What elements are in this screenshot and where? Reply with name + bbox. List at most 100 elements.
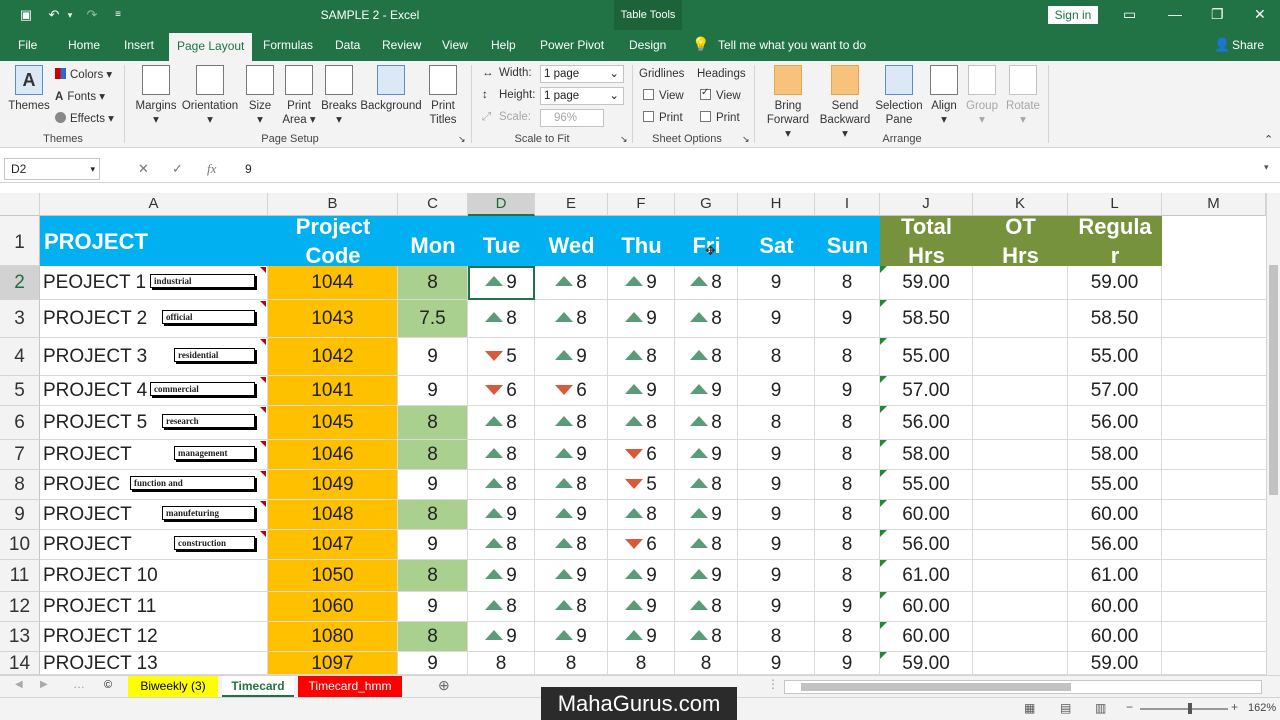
cell-fri[interactable]: 9 [675,440,738,470]
copyright-sheet-tab[interactable]: © [104,679,112,691]
cell-sat[interactable]: 9 [738,300,815,338]
column-header-d[interactable]: D [468,193,535,216]
cell-sat[interactable]: 9 [738,376,815,406]
cell-sun[interactable]: 9 [815,652,880,675]
cell-sat[interactable]: 9 [738,592,815,622]
cell-m[interactable] [1162,300,1266,338]
header-day-3[interactable]: Thu [608,216,675,266]
cell-wed[interactable]: 8 [535,266,608,300]
header-day-0[interactable]: Mon [398,216,468,266]
orientation-button[interactable]: Orientation ▾ [180,65,240,127]
tab-data[interactable]: Data [335,38,360,52]
column-header-c[interactable]: C [398,193,468,216]
cell-regular-hrs[interactable]: 55.00 [1068,470,1162,500]
cell-thu[interactable]: 6 [608,530,675,560]
header-regular-hrs[interactable]: Regula r [1068,216,1162,266]
width-select[interactable]: 1 page ⌄ [540,65,624,83]
cell-sat[interactable]: 9 [738,470,815,500]
row-header-2[interactable]: 2 [0,266,40,300]
cell-fri[interactable]: 8 [675,622,738,652]
share-button[interactable]: Share [1232,38,1264,52]
close-icon[interactable]: ✕ [1254,6,1266,23]
cell-mon[interactable]: 9 [398,530,468,560]
cell-project[interactable]: PROJECT 13 [40,652,268,675]
cell-project-code[interactable]: 1042 [268,338,398,376]
select-all-corner[interactable] [0,193,40,216]
row-header-7[interactable]: 7 [0,440,40,470]
cell-project[interactable]: PROJECT 12 [40,622,268,652]
cell-wed[interactable]: 8 [535,406,608,440]
headings-print-checkbox[interactable]: Print [700,111,740,124]
tab-page-layout[interactable]: Page Layout [169,33,253,61]
background-button[interactable]: Background [360,65,422,113]
cell-total-hrs[interactable]: 56.00 [880,406,973,440]
tag-label[interactable]: function and [130,476,255,490]
cell-fri[interactable]: 8 [675,266,738,300]
header-day-2[interactable]: Wed [535,216,608,266]
cell-sun[interactable]: 8 [815,406,880,440]
cell-wed[interactable]: 9 [535,500,608,530]
cell-m[interactable] [1162,500,1266,530]
cell-fri[interactable]: 8 [675,470,738,500]
column-header-j[interactable]: J [880,193,973,216]
cell-sat[interactable]: 9 [738,652,815,675]
print-titles-button[interactable]: Print Titles [426,65,460,127]
cell-mon[interactable]: 8 [398,266,468,300]
share-icon[interactable]: 👤 [1214,37,1230,53]
size-button[interactable]: Size ▾ [246,65,274,127]
cell-thu[interactable]: 5 [608,470,675,500]
cell-fri[interactable]: 8 [675,530,738,560]
header-day-5[interactable]: Sat [738,216,815,266]
page-layout-view-icon[interactable]: ▤ [1060,701,1071,715]
column-header-g[interactable]: G [675,193,738,216]
cell-tue[interactable]: 9 [468,266,535,300]
tag-label[interactable]: research [162,414,255,428]
cell-tue[interactable]: 8 [468,530,535,560]
bring-forward-button[interactable]: Bring Forward ▾ [764,65,812,141]
cell-wed[interactable]: 8 [535,592,608,622]
cell-total-hrs[interactable]: 60.00 [880,592,973,622]
cell-total-hrs[interactable]: 60.00 [880,500,973,530]
tab-formulas[interactable]: Formulas [263,38,313,52]
row-header-8[interactable]: 8 [0,470,40,500]
cell-mon[interactable]: 9 [398,592,468,622]
cell-tue[interactable]: 6 [468,376,535,406]
confirm-entry-icon[interactable]: ✓ [172,161,183,177]
tab-view[interactable]: View [442,38,468,52]
cell-m[interactable] [1162,560,1266,592]
cell-project-code[interactable]: 1097 [268,652,398,675]
selection-pane-button[interactable]: Selection Pane [874,65,924,127]
sign-in-button[interactable]: Sign in [1048,6,1098,24]
cell-mon[interactable]: 9 [398,376,468,406]
cell-tue[interactable]: 8 [468,406,535,440]
cell-total-hrs[interactable]: 55.00 [880,338,973,376]
colors-button[interactable]: Colors ▾ [55,67,112,81]
cell-sat[interactable]: 9 [738,440,815,470]
cell-regular-hrs[interactable]: 60.00 [1068,592,1162,622]
gridlines-print-checkbox[interactable]: Print [643,111,683,124]
row-header-11[interactable]: 11 [0,560,40,592]
ribbon-display-options-icon[interactable]: ▭ [1123,6,1136,23]
cell-mon[interactable]: 8 [398,406,468,440]
cell-thu[interactable]: 9 [608,560,675,592]
cell-ot-hrs[interactable] [973,560,1068,592]
align-button[interactable]: Align ▾ [928,65,960,127]
cell-project[interactable]: PROJECT 11 [40,592,268,622]
cell-project-code[interactable]: 1047 [268,530,398,560]
horizontal-scrollbar[interactable] [784,680,1262,694]
scroll-right-icon[interactable]: ▶ [40,679,48,690]
row-header-3[interactable]: 3 [0,300,40,338]
tell-me-search[interactable]: Tell me what you want to do [718,38,866,52]
scroll-left-icon[interactable]: ◀ [15,679,23,690]
cell-m[interactable] [1162,266,1266,300]
tab-home[interactable]: Home [68,38,100,52]
breaks-button[interactable]: Breaks ▾ [320,65,358,127]
cell-sun[interactable]: 8 [815,266,880,300]
cell-thu[interactable]: 6 [608,440,675,470]
normal-view-icon[interactable]: ▦ [1024,701,1035,715]
column-header-h[interactable]: H [738,193,815,216]
cell-project-code[interactable]: 1049 [268,470,398,500]
cell-ot-hrs[interactable] [973,300,1068,338]
cell-thu[interactable]: 8 [608,652,675,675]
row-header-5[interactable]: 5 [0,376,40,406]
